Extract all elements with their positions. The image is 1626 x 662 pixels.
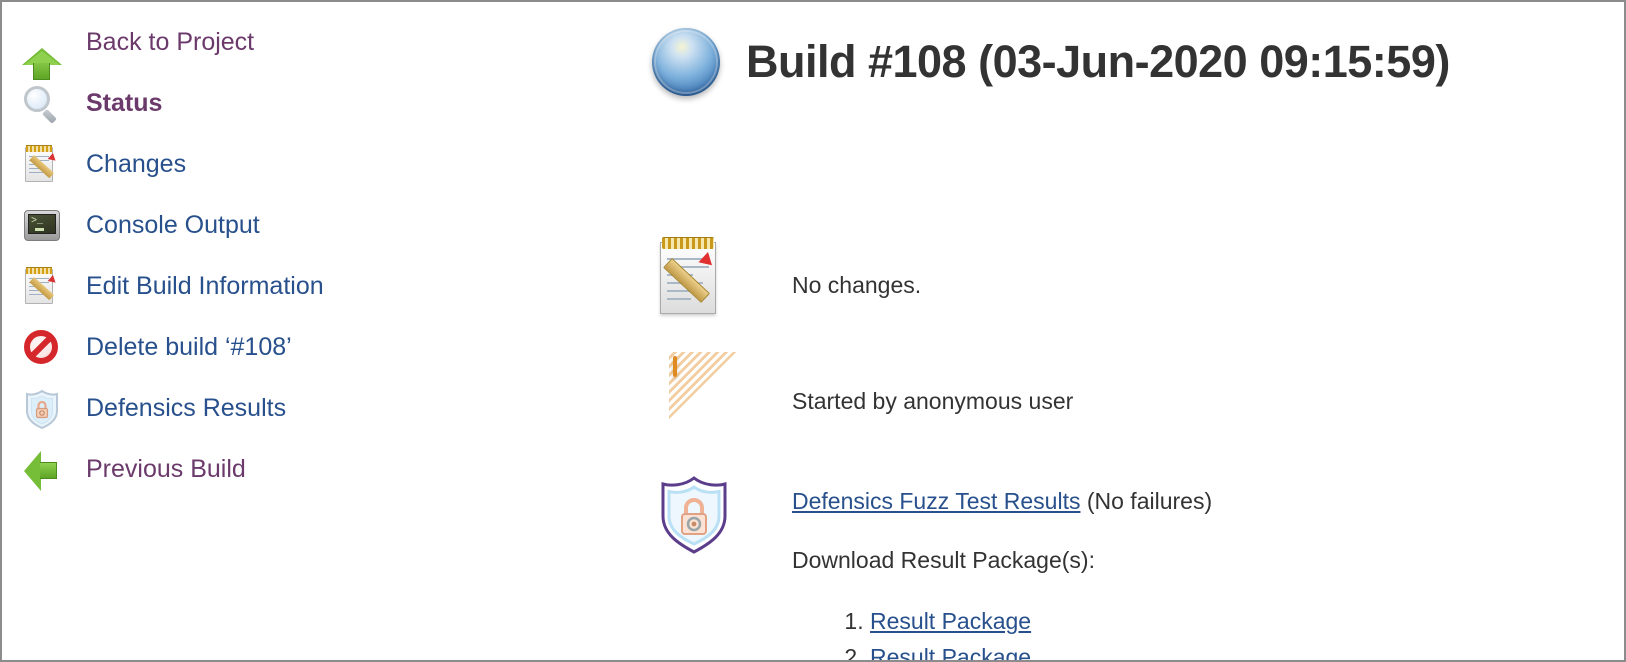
sidebar-item-label: Edit Build Information — [86, 272, 324, 300]
jenkins-build-status-page: Back to Project Status Changes >_ Consol… — [0, 0, 1626, 662]
defensics-results-row: Defensics Fuzz Test Results (No failures… — [642, 466, 1624, 660]
sidebar-item-delete-build[interactable]: Delete build ‘#108’ — [2, 317, 602, 378]
defensics-fuzz-test-results-link[interactable]: Defensics Fuzz Test Results — [792, 488, 1080, 514]
sidebar-item-console-output[interactable]: >_ Console Output — [2, 195, 602, 256]
orange-diamond-icon — [642, 350, 739, 438]
sidebar-item-label: Status — [86, 89, 163, 117]
sidebar-item-back-to-project[interactable]: Back to Project — [2, 12, 602, 80]
blue-ball-icon — [652, 28, 720, 96]
build-summary-rows: No changes. Started by anonymous user De… — [642, 234, 1624, 660]
notepad-pencil-icon — [642, 234, 736, 322]
sidebar-item-previous-build[interactable]: Previous Build — [2, 439, 602, 500]
changes-row: No changes. — [642, 234, 1624, 322]
download-result-packages-label: Download Result Package(s): — [792, 547, 1095, 573]
sidebar: Back to Project Status Changes >_ Consol… — [2, 12, 602, 500]
page-title: Build #108 (03-Jun-2020 09:15:59) — [746, 36, 1450, 87]
changes-text: No changes. — [792, 272, 922, 298]
console-terminal-icon: >_ — [20, 204, 64, 248]
build-cause-text: Started by anonymous user — [792, 388, 1074, 414]
defensics-results-content: Defensics Fuzz Test Results (No failures… — [792, 466, 1213, 660]
sidebar-item-defensics-results[interactable]: Defensics Results — [2, 378, 602, 439]
sidebar-item-status[interactable]: Status — [2, 73, 602, 134]
defensics-status-text: (No failures) — [1080, 488, 1213, 514]
sidebar-item-label: Previous Build — [86, 455, 246, 483]
magnifier-icon — [20, 82, 64, 126]
sidebar-item-label: Back to Project — [86, 28, 255, 56]
notepad-pencil-icon — [20, 143, 64, 187]
sidebar-item-edit-build-information[interactable]: Edit Build Information — [2, 256, 602, 317]
shield-lock-icon — [642, 466, 736, 554]
no-entry-icon — [20, 326, 64, 370]
build-cause-row: Started by anonymous user — [642, 350, 1624, 438]
green-left-arrow-icon — [20, 448, 64, 492]
result-package-list: Result Package Result Package — [792, 608, 1212, 660]
sidebar-item-label: Delete build ‘#108’ — [86, 333, 292, 361]
shield-lock-icon — [20, 387, 64, 431]
notepad-pencil-icon — [20, 265, 64, 309]
sidebar-item-label: Defensics Results — [86, 394, 287, 422]
sidebar-item-changes[interactable]: Changes — [2, 134, 602, 195]
list-item: Result Package — [870, 644, 1212, 660]
sidebar-item-label: Console Output — [86, 211, 260, 239]
build-header: Build #108 (03-Jun-2020 09:15:59) — [642, 2, 1624, 122]
list-item: Result Package — [870, 608, 1212, 635]
result-package-link[interactable]: Result Package — [870, 644, 1031, 660]
main-content: Build #108 (03-Jun-2020 09:15:59) No cha… — [642, 2, 1624, 660]
sidebar-item-label: Changes — [86, 150, 187, 178]
result-package-link[interactable]: Result Package — [870, 608, 1031, 634]
